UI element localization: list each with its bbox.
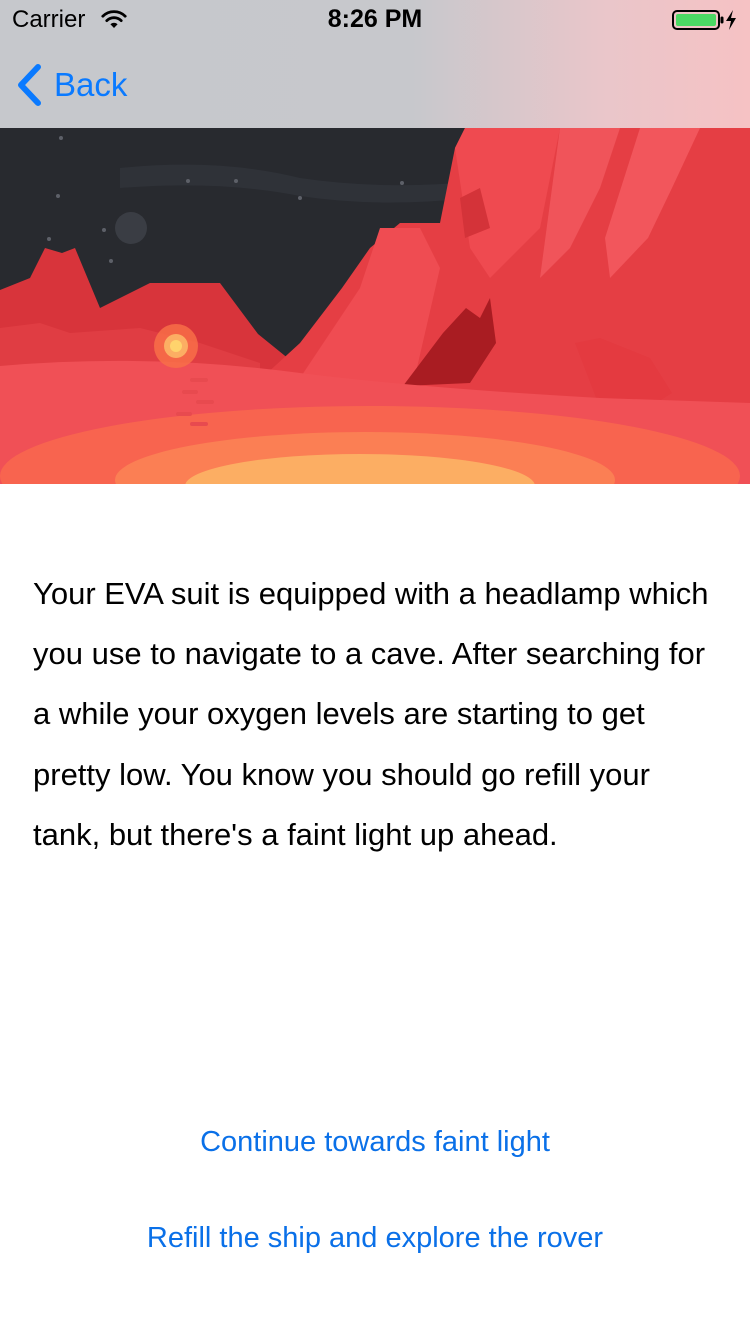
mars-landscape-illustration	[0, 128, 750, 484]
back-label: Back	[54, 66, 128, 103]
choice-continue-button[interactable]: Continue towards faint light	[0, 1126, 750, 1159]
back-button[interactable]: Back	[14, 62, 127, 108]
story-text: Your EVA suit is equipped with a headlam…	[33, 576, 709, 852]
screen: Carrier 8:26 PM Back Your EVA suit is eq…	[0, 0, 750, 1334]
navigation-bar: Back	[0, 40, 750, 128]
status-time: 8:26 PM	[327, 5, 423, 33]
status-bar: Carrier 8:26 PM	[0, 0, 750, 40]
battery-charging-icon	[672, 10, 736, 30]
chevron-left-icon	[18, 64, 41, 106]
top-bar: Carrier 8:26 PM Back	[0, 0, 750, 128]
choice-refill-button[interactable]: Refill the ship and explore the rover	[0, 1222, 750, 1255]
